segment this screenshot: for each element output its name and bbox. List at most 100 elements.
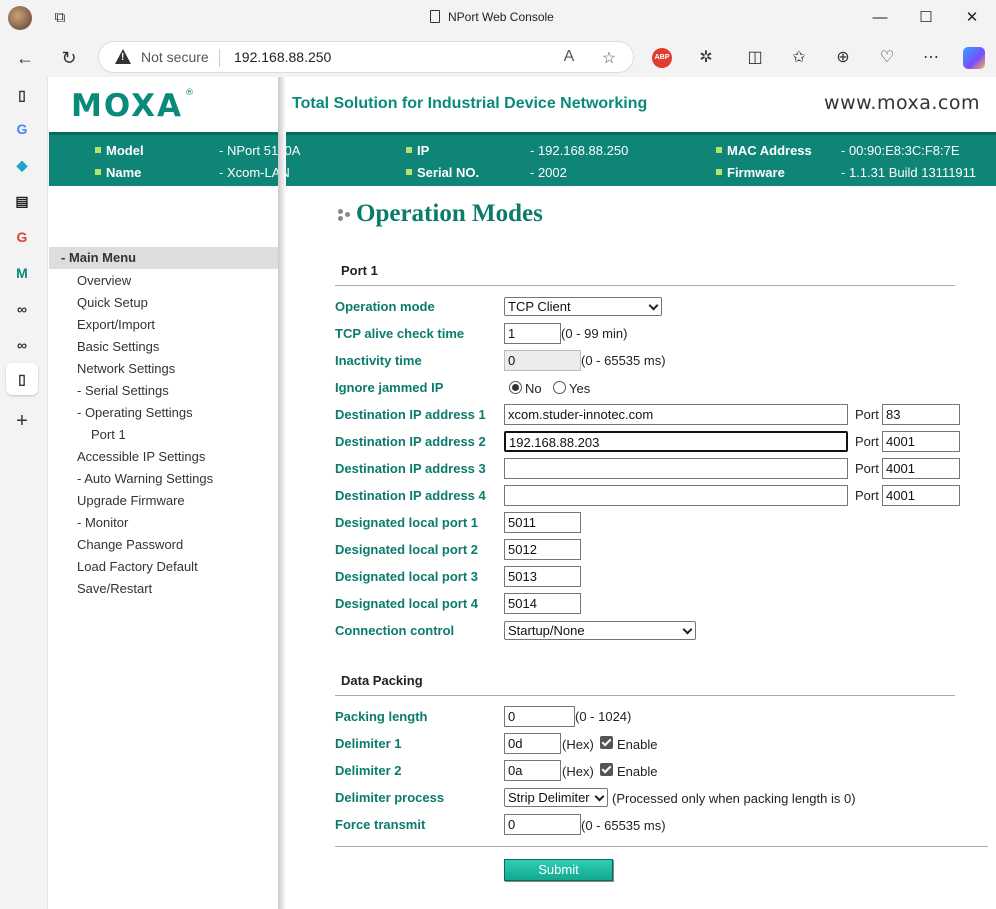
delim2-enable-checkbox[interactable]: [600, 763, 613, 776]
page-icon: [430, 10, 440, 23]
back-icon[interactable]: ←: [14, 47, 36, 69]
menu-accessible-ip[interactable]: Accessible IP Settings: [77, 449, 205, 464]
menu-monitor[interactable]: - Monitor: [77, 515, 128, 530]
inactivity-input[interactable]: 0: [504, 350, 581, 371]
menu-operating-settings[interactable]: - Operating Settings: [77, 405, 193, 420]
add-icon[interactable]: +: [12, 411, 32, 431]
menu-load-factory-default[interactable]: Load Factory Default: [77, 559, 198, 574]
split-screen-icon[interactable]: ◫: [744, 47, 766, 69]
delim1-enable-label: Enable: [617, 737, 658, 752]
maximize-icon[interactable]: ☐: [916, 8, 936, 28]
ignore-jammed-no-radio[interactable]: [509, 381, 522, 394]
link-icon[interactable]: ∞: [12, 299, 32, 319]
collections-icon[interactable]: ⊕: [832, 47, 854, 69]
menu-upgrade-firmware[interactable]: Upgrade Firmware: [77, 493, 185, 508]
menu-serial-settings[interactable]: - Serial Settings: [77, 383, 169, 398]
security-status[interactable]: Not secure: [141, 49, 209, 65]
op-mode-select[interactable]: TCP Client: [504, 297, 662, 316]
port-section-title: Port 1: [341, 263, 378, 278]
slogan: Total Solution for Industrial Device Net…: [292, 95, 648, 112]
page-title: Operation Modes: [356, 200, 543, 227]
packing-len-hint: (0 - 1024): [575, 709, 632, 724]
local2-label: Designated local port 2: [335, 542, 479, 557]
tab-actions-icon[interactable]: ⧉: [50, 8, 70, 28]
menu-save-restart[interactable]: Save/Restart: [77, 581, 152, 596]
ip-key: IP: [406, 143, 429, 158]
document-icon[interactable]: ▯: [12, 369, 32, 389]
close-icon[interactable]: ✕: [962, 8, 982, 28]
op-mode-label: Operation mode: [335, 299, 435, 314]
local1-input[interactable]: 5011: [504, 512, 581, 533]
address-bar[interactable]: Not secure 192.168.88.250 A ☆: [98, 41, 634, 73]
packing-len-label: Packing length: [335, 709, 428, 724]
submit-button[interactable]: Submit: [504, 859, 613, 881]
minimize-icon[interactable]: —: [870, 8, 890, 28]
local3-label: Designated local port 3: [335, 569, 479, 584]
address-separator: [219, 49, 220, 67]
dest3-port-label: Port: [855, 461, 879, 476]
notebook-icon[interactable]: ▤: [12, 191, 32, 211]
profile-avatar[interactable]: [8, 6, 32, 30]
delim1-input[interactable]: 0d: [504, 733, 561, 754]
firmware-value: - 1.1.31 Build 13111911: [841, 165, 977, 180]
dest4-input[interactable]: [504, 485, 848, 506]
delim-proc-hint: (Processed only when packing length is 0…: [612, 791, 856, 806]
performance-icon[interactable]: ♡: [876, 47, 898, 69]
dest2-port-input[interactable]: 4001: [882, 431, 960, 452]
dest3-port-input[interactable]: 4001: [882, 458, 960, 479]
warning-icon: [115, 49, 131, 64]
refresh-icon[interactable]: ↻: [58, 47, 80, 69]
tabs-panel-icon[interactable]: ▯: [12, 85, 32, 105]
device-info-bar: Model - NPort 5110A Name - Xcom-LAN IP -…: [49, 132, 996, 186]
tcp-alive-input[interactable]: 1: [504, 323, 561, 344]
google-icon-2[interactable]: G: [12, 227, 32, 247]
dest3-input[interactable]: [504, 458, 848, 479]
packing-len-input[interactable]: 0: [504, 706, 575, 727]
settings-form: Operation Modes Port 1 Operation mode TC…: [286, 186, 996, 909]
delim1-enable-checkbox[interactable]: [600, 736, 613, 749]
moxa-icon[interactable]: M: [12, 263, 32, 283]
menu-port-1[interactable]: Port 1: [91, 427, 126, 442]
tcp-alive-label: TCP alive check time: [335, 326, 465, 341]
extensions-icon[interactable]: ✲: [695, 47, 717, 69]
main-menu-heading[interactable]: - Main Menu: [49, 247, 278, 269]
menu-quick-setup[interactable]: Quick Setup: [77, 295, 148, 310]
menu-basic-settings[interactable]: Basic Settings: [77, 339, 159, 354]
dest1-input[interactable]: xcom.studer-innotec.com: [504, 404, 848, 425]
force-tx-label: Force transmit: [335, 817, 426, 832]
url-text[interactable]: 192.168.88.250: [234, 49, 331, 65]
local3-input[interactable]: 5013: [504, 566, 581, 587]
delim2-hex-hint: (Hex): [562, 764, 594, 779]
force-tx-input[interactable]: 0: [504, 814, 581, 835]
dest4-port-input[interactable]: 4001: [882, 485, 960, 506]
app-icon[interactable]: ◆: [12, 155, 32, 175]
delim-proc-select[interactable]: Strip Delimiter: [504, 788, 608, 807]
favorites-icon[interactable]: ✩: [788, 47, 810, 69]
more-menu-icon[interactable]: ⋯: [920, 47, 942, 69]
ignore-jammed-yes-radio[interactable]: [553, 381, 566, 394]
google-icon[interactable]: G: [12, 119, 32, 139]
favorite-star-icon[interactable]: ☆: [599, 48, 619, 68]
dest1-port-input[interactable]: 83: [882, 404, 960, 425]
menu-overview[interactable]: Overview: [77, 273, 131, 288]
local2-input[interactable]: 5012: [504, 539, 581, 560]
conn-ctrl-select[interactable]: Startup/None: [504, 621, 696, 640]
link-icon-2[interactable]: ∞: [12, 335, 32, 355]
menu-change-password[interactable]: Change Password: [77, 537, 183, 552]
menu-auto-warning[interactable]: - Auto Warning Settings: [77, 471, 213, 486]
read-aloud-icon[interactable]: A: [559, 48, 579, 66]
copilot-icon[interactable]: [963, 47, 985, 69]
window-titlebar: ⧉ NPort Web Console — ☐ ✕: [0, 0, 996, 37]
menu-divider: [278, 77, 286, 909]
delim2-input[interactable]: 0a: [504, 760, 561, 781]
dest2-label: Destination IP address 2: [335, 434, 486, 449]
adblock-icon[interactable]: ABP: [652, 48, 672, 68]
chevron-down-icon: [682, 624, 693, 635]
menu-network-settings[interactable]: Network Settings: [77, 361, 175, 376]
local4-input[interactable]: 5014: [504, 593, 581, 614]
menu-export-import[interactable]: Export/Import: [77, 317, 155, 332]
dest2-input[interactable]: 192.168.88.203: [504, 431, 848, 452]
site-link[interactable]: www.moxa.com: [824, 92, 980, 114]
inactivity-hint: (0 - 65535 ms): [581, 353, 666, 368]
firmware-key: Firmware: [716, 165, 785, 180]
